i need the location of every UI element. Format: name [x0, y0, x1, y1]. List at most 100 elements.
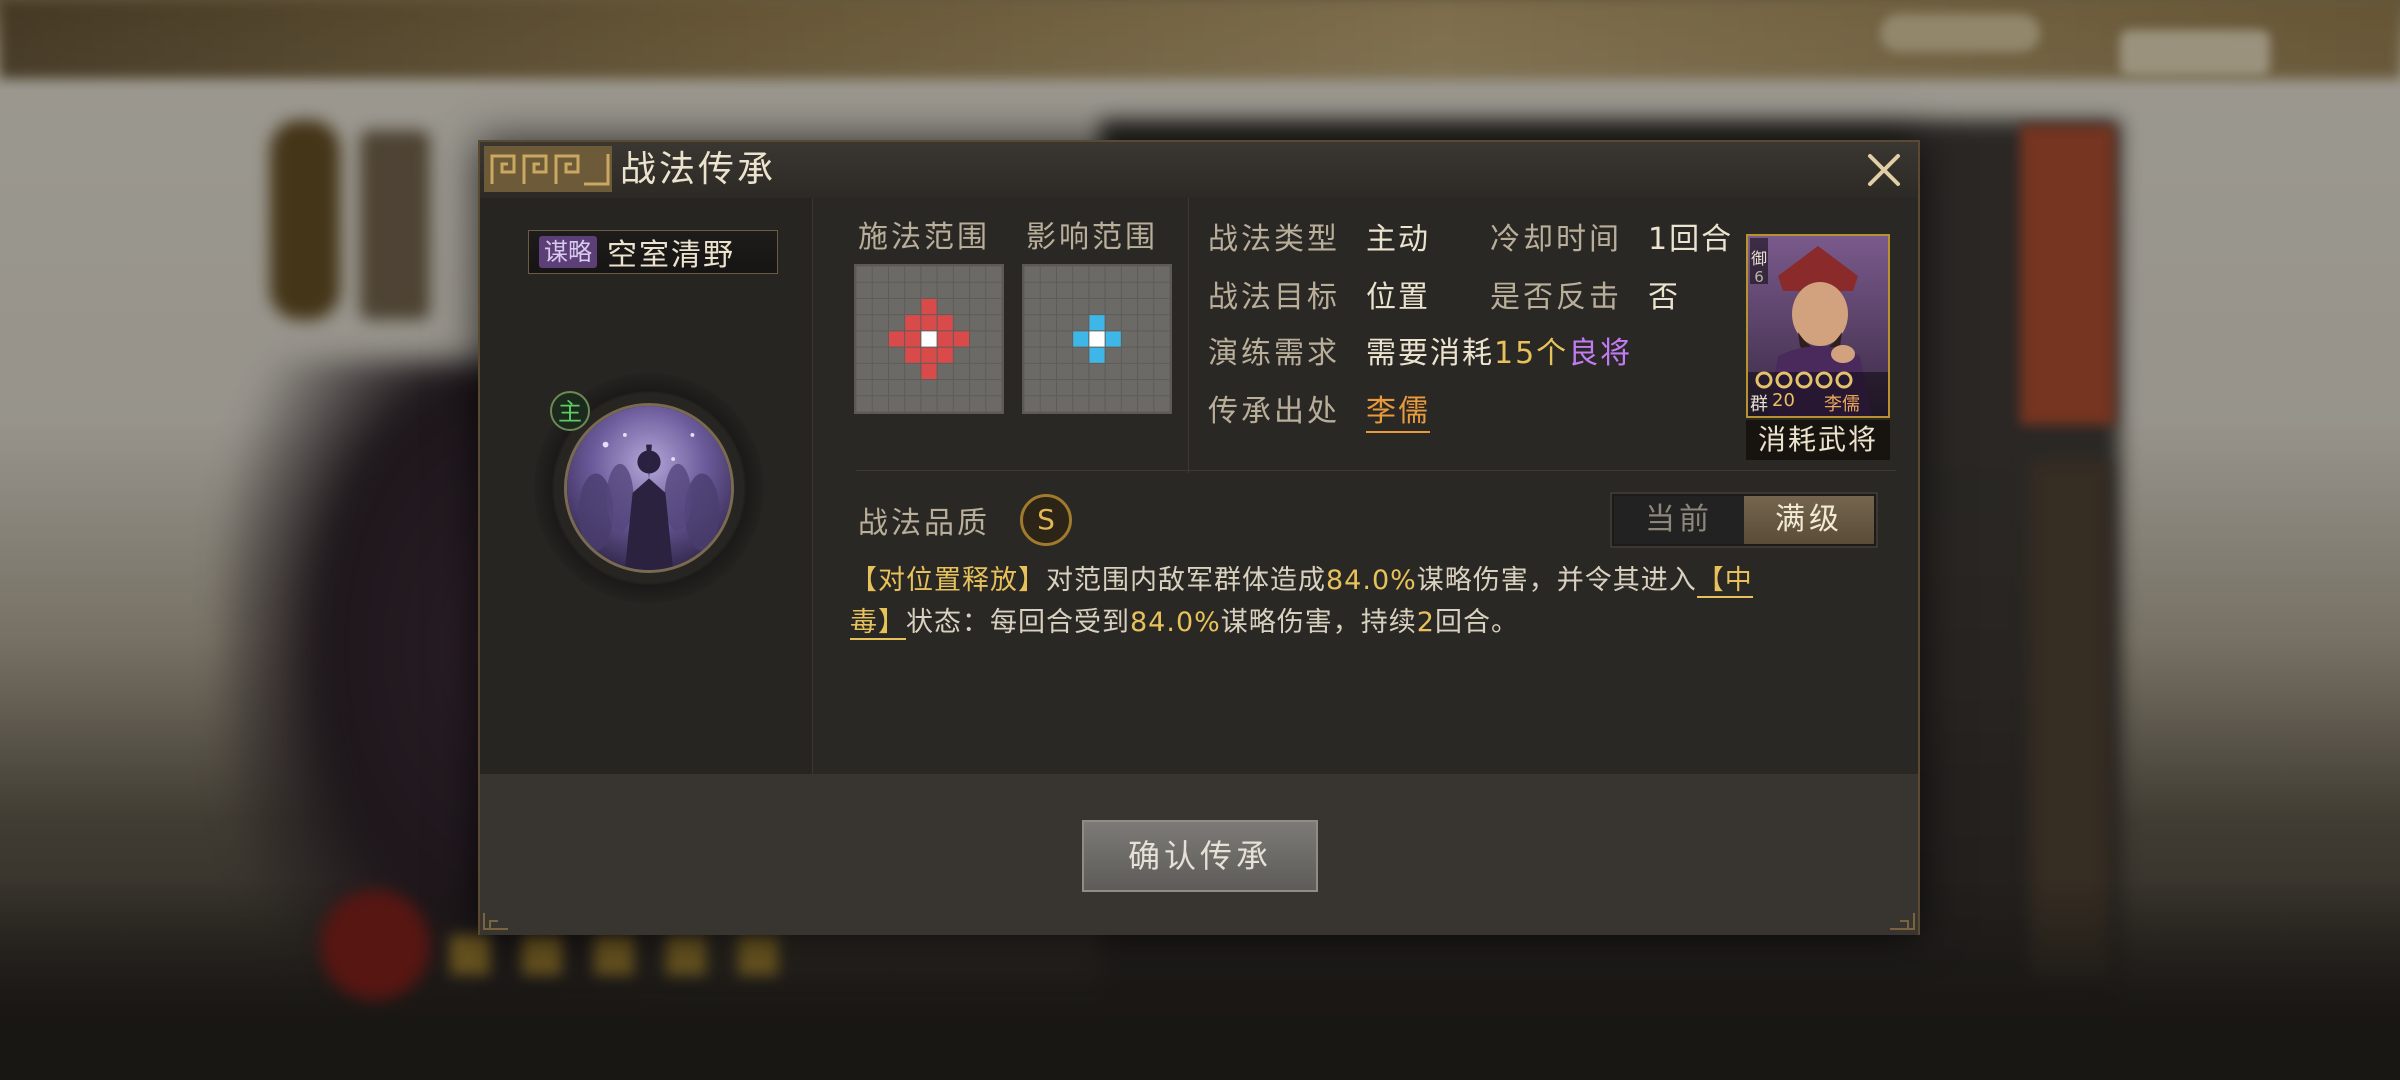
grid-cell — [1056, 298, 1073, 315]
dialog-footer: 确认传承 — [480, 774, 1918, 935]
grid-cell — [1040, 363, 1056, 380]
corner-ornament-icon — [483, 913, 508, 930]
grid-cell — [1056, 347, 1073, 363]
grid-cell-active — [905, 347, 921, 363]
grid-cell — [986, 380, 1002, 396]
grid-cell — [856, 380, 872, 396]
grid-cell — [986, 331, 1002, 347]
general-portrait — [1748, 236, 1888, 416]
cast-grid-cells — [856, 266, 1002, 412]
grid-cell-active — [937, 331, 953, 347]
grid-cell-active — [921, 363, 937, 380]
grid-cell — [953, 315, 970, 331]
grid-cell — [921, 266, 937, 282]
grid-cell — [986, 363, 1002, 380]
grid-cell — [1105, 315, 1121, 331]
grid-cell — [1138, 347, 1154, 363]
skill-target-label: 战法目标 — [1208, 280, 1340, 315]
grid-cell — [1073, 298, 1089, 315]
grid-cell — [872, 266, 888, 282]
grid-cell — [1121, 347, 1138, 363]
close-icon[interactable] — [1864, 150, 1904, 190]
grid-cell-center — [1089, 331, 1105, 347]
grid-cell — [1040, 315, 1056, 331]
skill-type-tag: 谋略 — [539, 236, 597, 268]
desc-cast-tag: 【对位置释放】 — [850, 565, 1046, 596]
tab-max-level[interactable]: 满级 — [1744, 496, 1874, 544]
grid-cell — [888, 396, 905, 412]
effect-range-grid — [1022, 264, 1172, 414]
poison-status-link-cont[interactable]: 毒】 — [850, 607, 906, 640]
grid-cell — [1024, 396, 1040, 412]
grid-cell — [1024, 315, 1040, 331]
grid-cell — [872, 282, 888, 298]
grid-cell — [1154, 331, 1170, 347]
grid-cell — [872, 396, 888, 412]
grid-cell — [986, 347, 1002, 363]
grid-cell — [905, 282, 921, 298]
general-faction: 群 — [1750, 394, 1768, 415]
content-area: 谋略 空室清野 主 施法范围 影响范围 战法类型 主动 冷却时间 1回合 战法目… — [480, 198, 1918, 774]
grid-cell — [953, 396, 970, 412]
grid-cell — [1138, 298, 1154, 315]
skill-inherit-dialog: 战法传承 谋略 空室清野 主 施法范围 影响范围 战法类型 主动 冷却时间 1回… — [478, 140, 1920, 935]
grid-cell — [1154, 363, 1170, 380]
inherit-source-label: 传承出处 — [1208, 394, 1340, 429]
grid-cell — [1040, 347, 1056, 363]
grid-cell — [1073, 396, 1089, 412]
grid-cell — [1105, 282, 1121, 298]
grid-cell — [872, 298, 888, 315]
grid-cell — [872, 380, 888, 396]
grid-cell — [1073, 347, 1089, 363]
grid-cell — [1154, 266, 1170, 282]
grid-cell — [1024, 331, 1040, 347]
grid-cell — [953, 266, 970, 282]
grid-cell — [970, 315, 986, 331]
grid-cell — [937, 282, 953, 298]
grid-cell — [1089, 298, 1105, 315]
grid-cell — [1154, 396, 1170, 412]
grid-cell — [1121, 282, 1138, 298]
grid-cell — [986, 266, 1002, 282]
grid-cell — [856, 347, 872, 363]
poison-status-link[interactable]: 【中 — [1696, 565, 1753, 598]
grid-cell — [937, 396, 953, 412]
grid-cell — [921, 282, 937, 298]
grid-cell — [1154, 347, 1170, 363]
grid-cell — [970, 298, 986, 315]
grid-cell — [1056, 266, 1073, 282]
grid-cell — [1138, 266, 1154, 282]
grid-cell — [1024, 380, 1040, 396]
grid-cell — [970, 363, 986, 380]
grid-cell — [1154, 380, 1170, 396]
tab-current-level[interactable]: 当前 — [1614, 496, 1744, 544]
grid-cell — [1056, 282, 1073, 298]
grid-cell — [856, 396, 872, 412]
grid-cell — [970, 380, 986, 396]
effect-range-label: 影响范围 — [1026, 220, 1158, 255]
grid-cell — [970, 396, 986, 412]
grid-cell-active — [905, 331, 921, 347]
grid-cell — [1024, 282, 1040, 298]
cooldown-value: 1回合 — [1648, 222, 1734, 257]
level-toggle: 当前 满级 — [1610, 492, 1878, 548]
grid-cell — [1105, 266, 1121, 282]
grid-cell — [970, 347, 986, 363]
grid-cell — [1154, 282, 1170, 298]
inherit-source-link[interactable]: 李儒 — [1366, 386, 1430, 433]
general-card[interactable]: 御 6 群 20 李儒 — [1746, 234, 1890, 418]
grid-cell-active — [1089, 315, 1105, 331]
title-ornament-icon — [484, 146, 612, 192]
grid-cell-active — [1105, 331, 1121, 347]
grid-cell — [986, 282, 1002, 298]
skill-summary-panel: 谋略 空室清野 主 — [480, 198, 813, 774]
dialog-title: 战法传承 — [620, 149, 777, 190]
skill-name-plate: 谋略 空室清野 — [528, 230, 778, 274]
grid-cell — [1121, 363, 1138, 380]
practice-item-link[interactable]: 良将 — [1568, 336, 1632, 371]
grid-cell — [1024, 347, 1040, 363]
grid-cell — [1040, 331, 1056, 347]
confirm-inherit-button[interactable]: 确认传承 — [1082, 820, 1318, 892]
grid-cell — [905, 380, 921, 396]
grid-cell — [970, 266, 986, 282]
